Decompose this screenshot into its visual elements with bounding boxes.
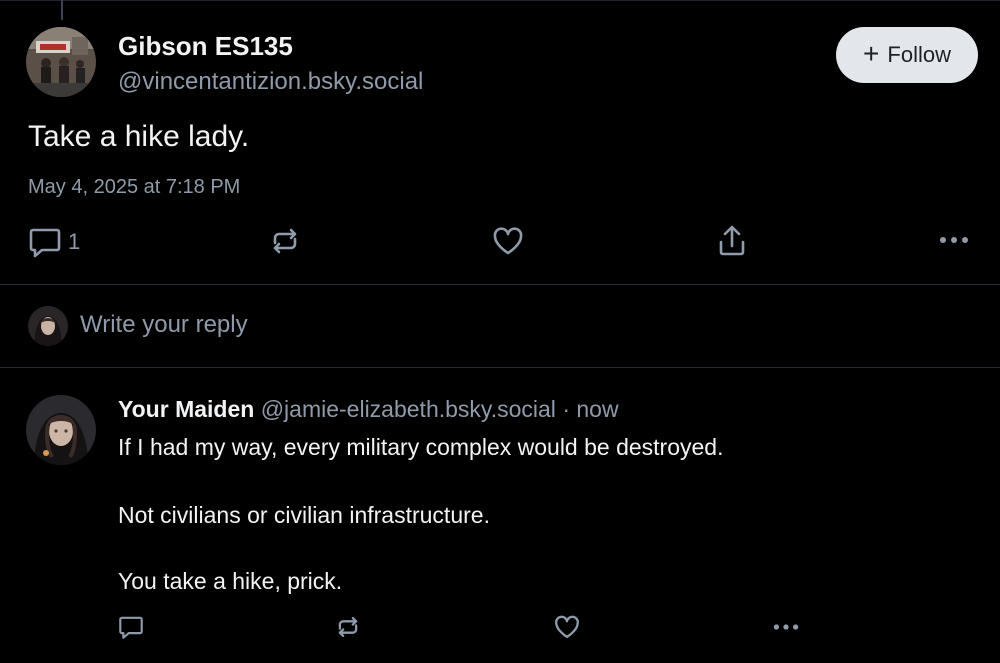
more-options-button[interactable] bbox=[938, 232, 970, 248]
reply-time[interactable]: now bbox=[576, 396, 618, 422]
reply-text-line: You take a hike, prick. bbox=[118, 568, 343, 594]
reply-text-line: If I had my way, every military complex … bbox=[118, 434, 724, 460]
reply-author-handle[interactable]: @jamie-elizabeth.bsky.social bbox=[261, 396, 556, 422]
more-dots-icon bbox=[771, 620, 801, 634]
reply-author-avatar[interactable] bbox=[26, 395, 96, 465]
speech-bubble-icon bbox=[28, 226, 62, 258]
repost-arrows-icon bbox=[335, 614, 361, 640]
reply-button[interactable]: 1 bbox=[28, 226, 80, 258]
reply-author-name[interactable]: Your Maiden bbox=[118, 396, 254, 422]
more-dots-icon bbox=[938, 232, 970, 248]
reply-header: Your Maiden @jamie-elizabeth.bsky.social… bbox=[118, 396, 619, 423]
reply-repost-button[interactable] bbox=[335, 614, 361, 640]
reply-reply-button[interactable] bbox=[118, 614, 144, 640]
author-handle[interactable]: @vincentantizion.bsky.social bbox=[118, 68, 423, 96]
reply-count: 1 bbox=[68, 229, 81, 254]
heart-icon bbox=[553, 614, 581, 640]
heart-icon bbox=[491, 226, 525, 256]
my-avatar bbox=[28, 306, 68, 346]
speech-bubble-icon bbox=[118, 614, 144, 640]
follow-button[interactable]: + Follow bbox=[836, 27, 978, 83]
post-text: Take a hike lady. bbox=[28, 120, 250, 153]
plus-icon: + bbox=[863, 37, 880, 69]
divider bbox=[0, 367, 1000, 368]
divider bbox=[0, 284, 1000, 285]
reply-text-line: Not civilians or civilian infrastructure… bbox=[118, 502, 490, 528]
follow-button-label: Follow bbox=[887, 42, 951, 67]
share-button[interactable] bbox=[716, 224, 748, 258]
author-avatar[interactable] bbox=[26, 27, 96, 97]
meta-separator: · bbox=[562, 396, 570, 422]
repost-button[interactable] bbox=[269, 226, 301, 256]
reply-more-options-button[interactable] bbox=[771, 620, 801, 634]
repost-arrows-icon bbox=[269, 226, 301, 256]
reply-input[interactable]: Write your reply bbox=[80, 311, 248, 339]
post-timestamp[interactable]: May 4, 2025 at 7:18 PM bbox=[28, 176, 240, 199]
top-divider bbox=[0, 0, 1000, 1]
author-name[interactable]: Gibson ES135 bbox=[118, 31, 293, 62]
thread-connector-line bbox=[61, 0, 63, 20]
like-button[interactable] bbox=[491, 226, 525, 256]
share-upload-icon bbox=[716, 224, 748, 258]
reply-like-button[interactable] bbox=[553, 614, 581, 640]
